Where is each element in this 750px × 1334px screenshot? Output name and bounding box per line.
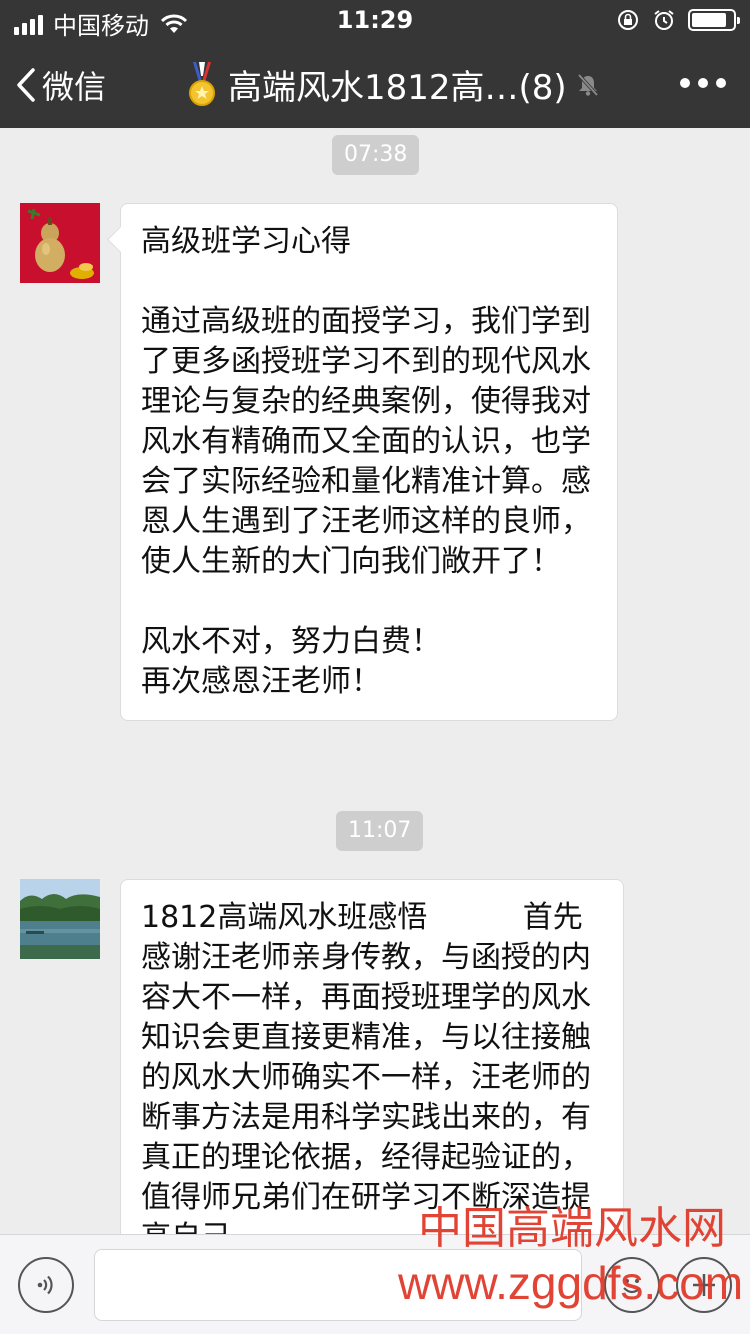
message-bubble[interactable]: 1812高端风水班感悟 首先感谢汪老师亲身传教，与函授的内容大不一样，再面授班理…	[120, 879, 624, 1234]
status-right	[616, 8, 740, 32]
voice-button[interactable]	[18, 1257, 74, 1313]
mute-icon	[577, 73, 599, 96]
chat-title-group[interactable]: 高端风水1812高…(8)	[186, 60, 601, 109]
lake-avatar-image	[20, 879, 100, 959]
battery-icon	[688, 9, 740, 31]
chat-area[interactable]: 07:38 高级班学习心得 通过高级班的面授学习，我们学到了更多函授班学习不到的…	[0, 128, 750, 1234]
more-dot-icon	[698, 78, 708, 88]
back-label: 微信	[42, 68, 107, 106]
medal-icon	[189, 61, 215, 106]
battery-fill	[692, 13, 726, 27]
input-bar	[0, 1234, 750, 1334]
add-button[interactable]	[676, 1257, 732, 1313]
timestamp-badge: 07:38	[332, 135, 420, 175]
chat-title: 高端风水1812高…(8)	[228, 68, 567, 108]
plus-icon	[693, 1274, 715, 1296]
gourd-avatar-image	[20, 203, 100, 283]
voice-icon	[37, 1275, 53, 1295]
alarm-icon	[654, 10, 674, 30]
more-dot-icon	[716, 78, 726, 88]
message-bubble[interactable]: 高级班学习心得 通过高级班的面授学习，我们学到了更多函授班学习不到的现代风水理论…	[120, 203, 618, 721]
rotation-lock-icon	[618, 10, 638, 30]
timestamp-badge: 11:07	[336, 811, 424, 851]
emoji-icon	[623, 1279, 641, 1294]
more-button[interactable]	[680, 78, 726, 88]
more-dot-icon	[680, 78, 690, 88]
chevron-left-icon	[17, 68, 35, 102]
emoji-button[interactable]	[604, 1257, 660, 1313]
back-button[interactable]: 微信	[16, 62, 106, 108]
message-input[interactable]	[94, 1249, 582, 1321]
nav-bar: 微信 高端风水1812高…(8)	[0, 40, 750, 128]
avatar[interactable]	[20, 203, 100, 283]
avatar[interactable]	[20, 879, 100, 959]
status-bar: 中国移动 11:29	[0, 0, 750, 40]
